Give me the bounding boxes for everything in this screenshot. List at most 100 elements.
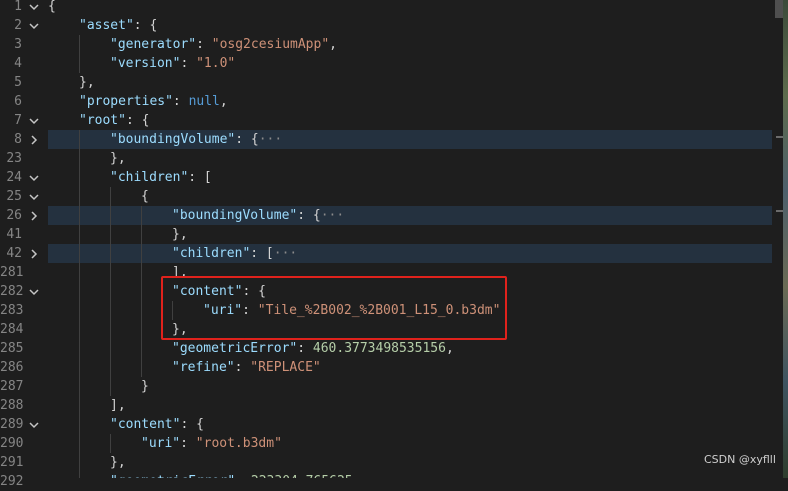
line-number: 2 xyxy=(14,18,22,33)
json-punctuation: , xyxy=(329,37,337,52)
json-number: 223304.765625 xyxy=(251,474,353,478)
code-line[interactable]: "generator": "osg2cesiumApp", xyxy=(48,35,772,54)
json-string: "REPLACE" xyxy=(250,360,321,375)
code-line[interactable]: "geometricError": 460.3773498535156, xyxy=(48,339,772,358)
code-line[interactable]: "children": [ xyxy=(48,168,772,187)
json-key: "children" xyxy=(172,246,251,261)
code-line[interactable]: "asset": { xyxy=(48,16,772,35)
indent-guide xyxy=(79,54,80,73)
indent-guide xyxy=(110,377,111,396)
json-punctuation: : { xyxy=(297,208,321,223)
json-punctuation: : { xyxy=(133,18,158,33)
indent-guide xyxy=(110,282,111,301)
code-line[interactable]: } xyxy=(48,377,772,396)
code-line[interactable]: "geometricError": 223304.765625 xyxy=(48,472,772,478)
folded-ellipsis[interactable]: ··· xyxy=(321,208,344,223)
code-line[interactable]: "refine": "REPLACE" xyxy=(48,358,772,377)
json-keyword: null xyxy=(188,94,220,109)
code-line[interactable]: "children": [··· xyxy=(48,244,772,263)
code-line[interactable]: }, xyxy=(48,73,772,92)
fold-chevron-down-icon[interactable] xyxy=(28,187,42,206)
code-line[interactable]: "boundingVolume": {··· xyxy=(48,130,772,149)
line-number: 24 xyxy=(6,170,22,185)
line-number: 284 xyxy=(0,322,24,337)
code-editor[interactable]: { "asset": {"generator": "osg2cesiumApp",… xyxy=(48,0,772,478)
json-key: "geometricError" xyxy=(110,474,235,478)
indent-guide xyxy=(110,358,111,377)
json-punctuation: } xyxy=(141,379,149,394)
line-number: 281 xyxy=(0,265,24,280)
json-punctuation: : [ xyxy=(250,246,274,261)
indent-guide xyxy=(79,187,80,206)
json-punctuation: { xyxy=(48,0,56,14)
line-number: 1 xyxy=(14,0,22,14)
folded-ellipsis[interactable]: ··· xyxy=(259,132,282,147)
indent-guide xyxy=(141,244,142,263)
code-line[interactable]: "version": "1.0" xyxy=(48,54,772,73)
code-line[interactable]: "content": { xyxy=(48,415,772,434)
fold-chevron-down-icon[interactable] xyxy=(28,111,42,130)
json-key: "geometricError" xyxy=(172,341,298,356)
code-line[interactable]: }, xyxy=(48,453,772,472)
code-line[interactable]: }, xyxy=(48,225,772,244)
watermark-text: CSDN @xyflll xyxy=(704,453,776,466)
indent-guide xyxy=(141,320,142,339)
line-number: 23 xyxy=(6,151,22,166)
line-number: 286 xyxy=(0,360,24,375)
code-line[interactable]: "root": { xyxy=(48,111,772,130)
fold-chevron-down-icon[interactable] xyxy=(28,282,42,301)
annotation-highlight-box xyxy=(161,276,507,340)
code-line[interactable]: "properties": null, xyxy=(48,92,772,111)
json-key: "boundingVolume" xyxy=(172,208,298,223)
folded-ellipsis[interactable]: ··· xyxy=(274,246,297,261)
indent-guide xyxy=(141,225,142,244)
line-number: 3 xyxy=(14,37,22,52)
json-key: "properties" xyxy=(79,94,173,109)
code-line[interactable]: { xyxy=(48,187,772,206)
json-punctuation: , xyxy=(445,341,454,356)
json-punctuation: : xyxy=(180,56,197,71)
indent-guide xyxy=(79,168,80,187)
json-key: "uri" xyxy=(141,436,181,451)
indent-guide xyxy=(79,130,80,149)
fold-chevron-down-icon[interactable] xyxy=(28,415,42,434)
indent-guide xyxy=(79,282,80,301)
indent-guide xyxy=(79,339,80,358)
json-punctuation: : xyxy=(235,474,251,478)
line-number: 289 xyxy=(0,417,24,432)
json-punctuation: , xyxy=(219,94,228,109)
fold-chevron-down-icon[interactable] xyxy=(28,168,42,187)
fold-chevron-down-icon[interactable] xyxy=(28,0,42,16)
json-string: "osg2cesiumApp" xyxy=(211,37,330,52)
indent-guide xyxy=(79,377,80,396)
json-punctuation: : xyxy=(172,94,189,109)
json-punctuation: }, xyxy=(79,75,95,90)
fold-chevron-right-icon[interactable] xyxy=(28,206,42,225)
indent-guide xyxy=(79,35,80,54)
indent-guide xyxy=(79,396,80,415)
line-number: 283 xyxy=(0,303,24,318)
line-number: 25 xyxy=(6,189,22,204)
json-punctuation: : xyxy=(180,436,196,451)
code-line[interactable]: "uri": "root.b3dm" xyxy=(48,434,772,453)
indent-guide xyxy=(79,301,80,320)
line-number: 290 xyxy=(0,436,24,451)
indent-guide xyxy=(110,225,111,244)
line-number: 288 xyxy=(0,398,24,413)
code-line[interactable]: ], xyxy=(48,396,772,415)
indent-guide xyxy=(110,263,111,282)
line-number: 41 xyxy=(6,227,22,242)
fold-chevron-down-icon[interactable] xyxy=(28,16,42,35)
code-line[interactable]: { xyxy=(48,0,772,16)
fold-chevron-right-icon[interactable] xyxy=(28,244,42,263)
json-key: "content" xyxy=(110,417,181,432)
json-string: "root.b3dm" xyxy=(195,436,282,451)
scrollbar-marker xyxy=(776,136,783,138)
code-line[interactable]: "boundingVolume": {··· xyxy=(48,206,772,225)
json-punctuation: : xyxy=(234,360,251,375)
code-line[interactable]: }, xyxy=(48,149,772,168)
json-key: "refine" xyxy=(172,360,235,375)
fold-chevron-right-icon[interactable] xyxy=(28,130,42,149)
indent-guide xyxy=(79,244,80,263)
line-number: 42 xyxy=(6,246,22,261)
